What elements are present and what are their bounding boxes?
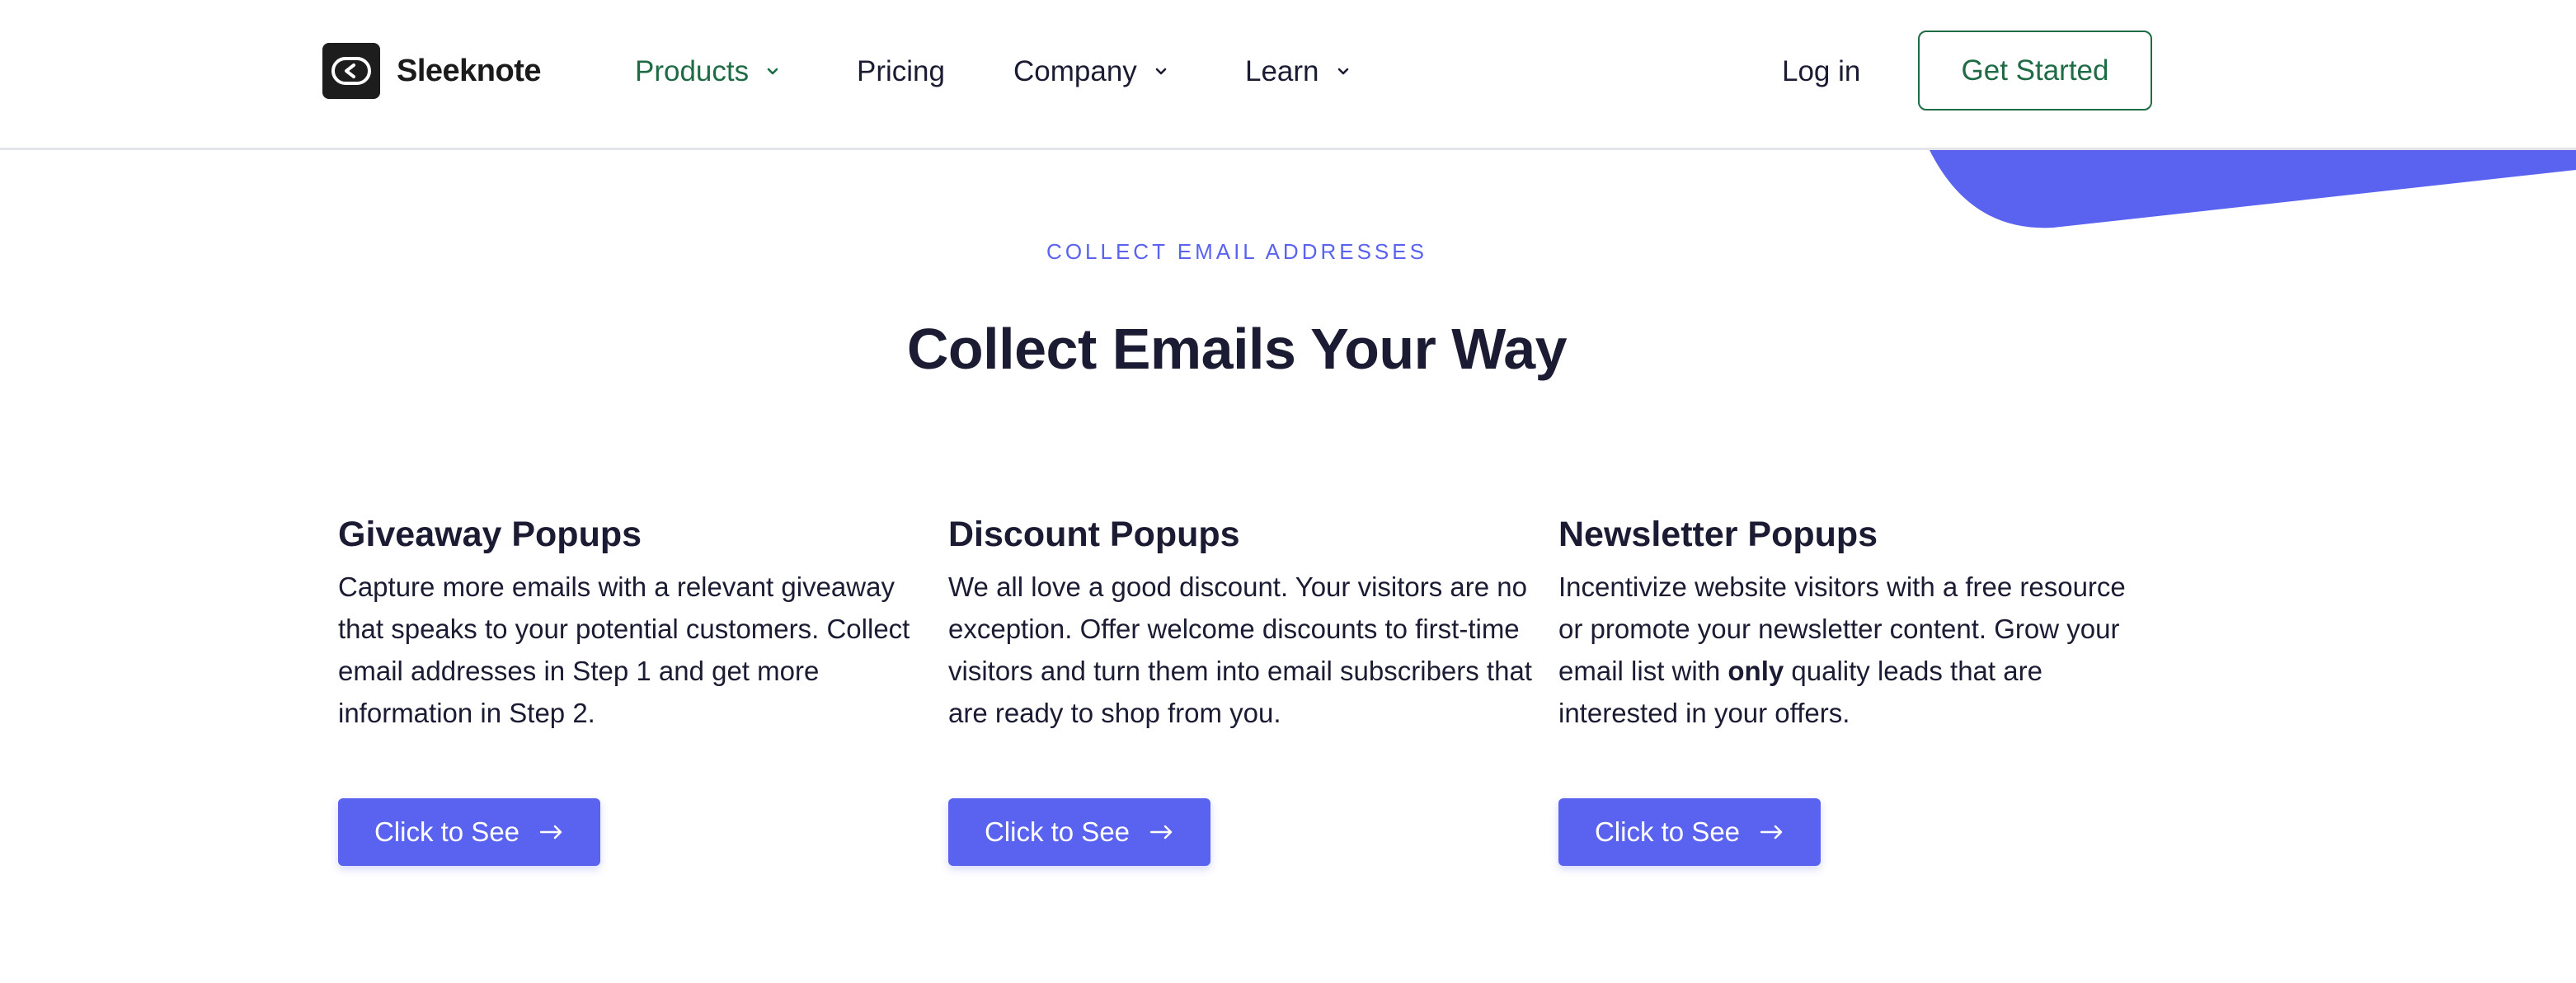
card-body: We all love a good discount. Your visito… xyxy=(948,571,1532,728)
button-label: Click to See xyxy=(984,816,1131,847)
giveaway-click-to-see-button[interactable]: Click to See xyxy=(338,798,600,866)
brand-logo[interactable]: Sleeknote xyxy=(322,43,542,99)
arrow-right-icon xyxy=(1149,825,1173,840)
nav-item-label: Company xyxy=(1013,55,1137,87)
nav-item-label: Products xyxy=(635,55,750,87)
card-body-emphasis: only xyxy=(1728,656,1784,686)
nav-item-company[interactable]: Company xyxy=(1013,51,1170,92)
arrow-right-icon xyxy=(539,825,562,840)
button-label: Click to See xyxy=(374,816,520,847)
chevron-down-icon xyxy=(1155,68,1167,75)
card-body: Capture more emails with a relevant give… xyxy=(338,571,910,728)
nav-item-learn[interactable]: Learn xyxy=(1245,51,1352,92)
card-title: Giveaway Popups xyxy=(338,515,642,554)
get-started-button[interactable]: Get Started xyxy=(1918,31,2152,111)
nav-item-label: Pricing xyxy=(857,55,945,87)
card-title: Discount Popups xyxy=(948,515,1240,554)
section-title: Collect Emails Your Way xyxy=(906,317,1568,381)
button-label: Click to See xyxy=(1594,816,1741,847)
card-giveaway: Giveaway Popups Capture more emails with… xyxy=(338,511,924,734)
card-body: Incentivize website visitors with a free… xyxy=(1558,566,2144,734)
brand-name: Sleeknote xyxy=(397,53,542,88)
nav-item-pricing[interactable]: Pricing xyxy=(857,51,945,92)
login-link[interactable]: Log in xyxy=(1782,51,1860,92)
chevron-down-icon xyxy=(1337,68,1348,75)
chevron-down-icon xyxy=(767,68,778,75)
arrow-right-icon xyxy=(1760,825,1783,840)
logo-icon xyxy=(322,43,380,99)
site-header: Sleeknote Products Pricing Company Learn… xyxy=(0,0,2576,150)
discount-click-to-see-button[interactable]: Click to See xyxy=(948,798,1210,866)
newsletter-click-to-see-button[interactable]: Click to See xyxy=(1558,798,1821,866)
section-eyebrow: COLLECT EMAIL ADDRESSES xyxy=(1046,239,1427,264)
nav-item-label: Learn xyxy=(1245,55,1319,87)
nav-item-products[interactable]: Products xyxy=(635,51,782,92)
card-title: Newsletter Popups xyxy=(1558,515,1878,554)
card-newsletter: Newsletter Popups Incentivize website vi… xyxy=(1558,511,2144,734)
card-discount: Discount Popups We all love a good disco… xyxy=(948,511,1534,734)
